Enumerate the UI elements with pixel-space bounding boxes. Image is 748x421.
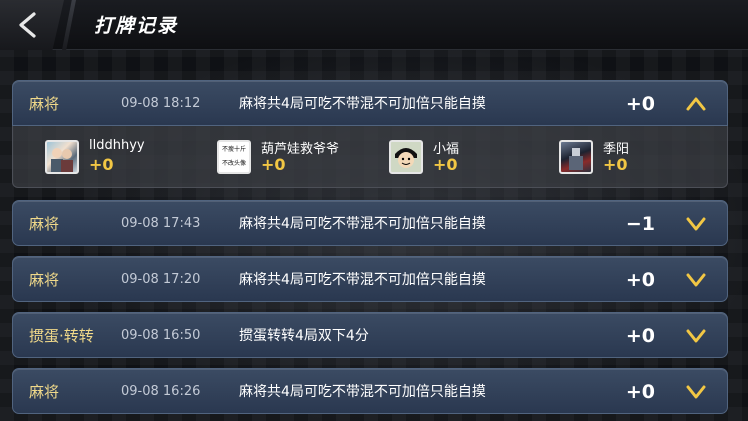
cartoon-avatar [389, 140, 423, 174]
record-score: −1 [625, 213, 655, 235]
avatar-text-line: 不改头像 [221, 160, 246, 167]
chevron-up-icon[interactable] [685, 94, 707, 114]
player-score: +0 [433, 155, 458, 174]
game-name: 麻将 [29, 215, 60, 233]
record-details: llddhhyy +0 不瘦十斤 不改头像 葫芦娃救爷爷 +0 小福 +0 季阳… [12, 126, 728, 188]
header-bar: 打牌记录 [0, 0, 748, 50]
avatar-text-line: 不瘦十斤 [221, 146, 246, 153]
game-name: 麻将 [29, 95, 60, 113]
record-list[interactable]: 麻将 09-08 18:12 麻将共4局可吃不带混不可加倍只能自摸 +0 lld… [12, 80, 728, 421]
record-time: 09-08 16:26 [121, 384, 201, 399]
photo-avatar [45, 140, 79, 174]
header-divider [62, 0, 76, 50]
record-score: +0 [625, 93, 655, 115]
avatar-photo-icon [51, 148, 73, 172]
chevron-down-icon[interactable] [685, 326, 707, 346]
record-row[interactable]: 麻将 09-08 18:12 麻将共4局可吃不带混不可加倍只能自摸 +0 [12, 80, 728, 126]
record-score: +0 [625, 269, 655, 291]
back-button[interactable] [0, 0, 64, 50]
page-title: 打牌记录 [94, 15, 179, 37]
record-time: 09-08 16:50 [121, 328, 201, 343]
record-time: 09-08 17:20 [121, 272, 201, 287]
rule-description: 麻将共4局可吃不带混不可加倍只能自摸 [239, 96, 486, 112]
chevron-down-icon[interactable] [685, 382, 707, 402]
record-row[interactable]: 麻将 09-08 17:43 麻将共4局可吃不带混不可加倍只能自摸 −1 [12, 200, 728, 246]
record-time: 09-08 18:12 [121, 96, 201, 111]
chevron-down-icon[interactable] [685, 214, 707, 234]
record-row[interactable]: 麻将 09-08 16:26 麻将共4局可吃不带混不可加倍只能自摸 +0 [12, 368, 728, 414]
game-name: 掼蛋·转转 [29, 327, 94, 345]
dark-photo-avatar [559, 140, 593, 174]
text-avatar: 不瘦十斤 不改头像 [217, 140, 251, 174]
rule-description: 麻将共4局可吃不带混不可加倍只能自摸 [239, 272, 486, 288]
player-name: llddhhyy [89, 138, 145, 153]
game-name: 麻将 [29, 383, 60, 401]
record-score: +0 [625, 325, 655, 347]
back-arrow-icon [19, 12, 36, 38]
rule-description: 麻将共4局可吃不带混不可加倍只能自摸 [239, 384, 486, 400]
rule-description: 麻将共4局可吃不带混不可加倍只能自摸 [239, 216, 486, 232]
avatar-figure-icon [569, 148, 583, 170]
record-score: +0 [625, 381, 655, 403]
cartoon-face-icon [395, 148, 417, 168]
rule-description: 掼蛋转转4局双下4分 [239, 328, 369, 344]
record-row[interactable]: 掼蛋·转转 09-08 16:50 掼蛋转转4局双下4分 +0 [12, 312, 728, 358]
record-time: 09-08 17:43 [121, 216, 201, 231]
chevron-down-icon[interactable] [685, 270, 707, 290]
player-score: +0 [261, 155, 286, 174]
player-score: +0 [603, 155, 628, 174]
player-score: +0 [89, 155, 114, 174]
game-name: 麻将 [29, 271, 60, 289]
record-row[interactable]: 麻将 09-08 17:20 麻将共4局可吃不带混不可加倍只能自摸 +0 [12, 256, 728, 302]
